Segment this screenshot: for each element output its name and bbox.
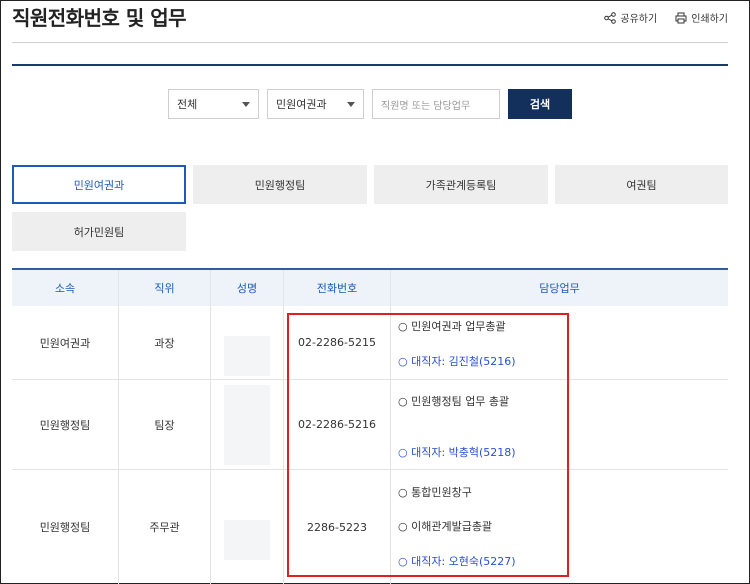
substitute-line: ○ 대직자: 박충혁(5218)	[398, 446, 516, 459]
cell-name	[211, 306, 284, 379]
scope-select[interactable]: 전체	[168, 89, 259, 119]
search-input[interactable]: 직원명 또는 담당업무	[372, 89, 500, 119]
staff-table: 소속 직위 성명 전화번호 담당업무 민원여권과 과장 02-2286-5215…	[12, 268, 728, 584]
cell-duties: ○ 민원행정팀 업무 총괄 ○ 대직자: 박충혁(5218)	[391, 380, 728, 469]
header-name: 성명	[211, 270, 284, 306]
photo-placeholder	[224, 335, 270, 376]
tab-family-registry[interactable]: 가족관계등록팀	[374, 165, 548, 204]
duty-line: ○ 통합민원창구	[398, 486, 472, 499]
cell-dept: 민원행정팀	[12, 380, 119, 469]
cell-dept: 민원행정팀	[12, 470, 119, 584]
cell-duties: ○ 민원여권과 업무총괄 ○ 대직자: 김진철(5216)	[391, 306, 728, 379]
cell-duties: ○ 통합민원창구 ○ 이해관계발급총괄 ○ 대직자: 오현숙(5227)	[391, 470, 728, 584]
tab-passport-team[interactable]: 여권팀	[555, 165, 728, 204]
search-button[interactable]: 검색	[508, 89, 572, 119]
section-divider	[12, 64, 728, 66]
duty-line: ○ 민원행정팀 업무 총괄	[398, 395, 510, 408]
share-label: 공유하기	[620, 14, 658, 25]
print-label: 인쇄하기	[691, 14, 728, 25]
cell-position: 주무관	[119, 470, 211, 584]
share-icon	[604, 11, 617, 24]
cell-position: 팀장	[119, 380, 211, 469]
duty-line: ○ 민원여권과 업무총괄	[398, 320, 506, 333]
duty-line: ○ 이해관계발급총괄	[398, 520, 493, 533]
header-position: 직위	[119, 270, 211, 306]
cell-phone: 02-2286-5215	[284, 306, 391, 379]
department-select-value: 민원여권과	[276, 98, 327, 111]
cell-dept: 민원여권과	[12, 306, 119, 379]
tab-civil-admin[interactable]: 민원행정팀	[193, 165, 367, 204]
cell-phone: 02-2286-5216	[284, 380, 391, 469]
table-row: 민원여권과 과장 02-2286-5215 ○ 민원여권과 업무총괄 ○ 대직자…	[12, 306, 728, 380]
cell-name	[211, 470, 284, 584]
substitute-line: ○ 대직자: 오현숙(5227)	[398, 555, 516, 568]
cell-name	[211, 380, 284, 469]
tab-permit-team[interactable]: 허가민원팀	[12, 212, 186, 251]
table-row: 민원행정팀 팀장 02-2286-5216 ○ 민원행정팀 업무 총괄 ○ 대직…	[12, 380, 728, 470]
share-button[interactable]: 공유하기	[604, 10, 657, 25]
tab-civil-passport[interactable]: 민원여권과	[12, 165, 186, 204]
search-form: 전체 민원여권과 직원명 또는 담당업무 검색	[168, 89, 572, 119]
table-row: 민원행정팀 주무관 2286-5223 ○ 통합민원창구 ○ 이해관계발급총괄 …	[12, 470, 728, 584]
search-input-placeholder: 직원명 또는 담당업무	[381, 100, 471, 112]
department-select[interactable]: 민원여권과	[267, 89, 364, 119]
cell-phone: 2286-5223	[284, 470, 391, 584]
cell-position: 과장	[119, 306, 211, 379]
print-button[interactable]: 인쇄하기	[675, 10, 728, 25]
chevron-down-icon	[347, 101, 355, 107]
table-header: 소속 직위 성명 전화번호 담당업무	[12, 268, 728, 306]
page-actions: 공유하기 인쇄하기	[604, 10, 728, 25]
header-phone: 전화번호	[284, 270, 391, 306]
scope-select-value: 전체	[177, 98, 198, 111]
photo-placeholder	[224, 520, 270, 560]
substitute-line: ○ 대직자: 김진철(5216)	[398, 355, 516, 368]
header-duties: 담당업무	[539, 282, 580, 295]
chevron-down-icon	[242, 101, 250, 107]
divider	[12, 42, 728, 43]
header-dept: 소속	[12, 270, 119, 306]
printer-icon	[675, 12, 687, 23]
photo-placeholder	[224, 384, 270, 465]
page-title: 직원전화번호 및 업무	[12, 6, 187, 30]
